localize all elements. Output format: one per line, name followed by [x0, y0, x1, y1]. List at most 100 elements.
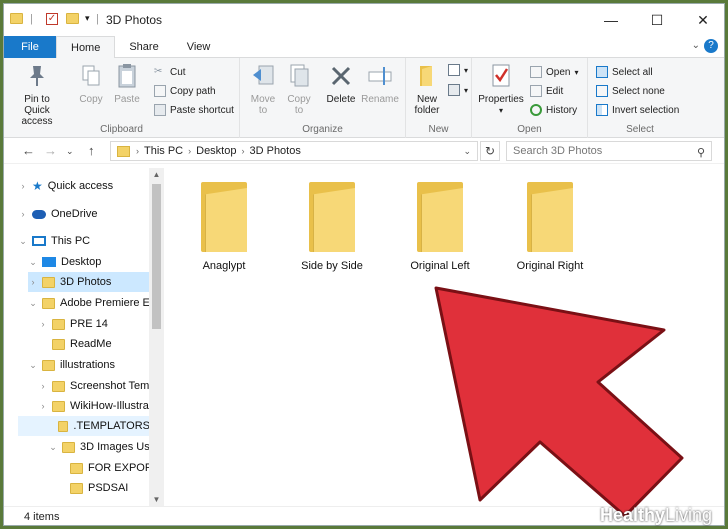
tab-home[interactable]: Home	[56, 36, 116, 58]
open-button[interactable]: Open ▾	[530, 66, 578, 78]
chevron-down-icon[interactable]: ⌄	[48, 437, 58, 457]
chevron-right-icon[interactable]: ›	[18, 176, 28, 196]
maximize-button[interactable]: ☐	[634, 4, 680, 36]
tree-item-desktop[interactable]: ⌄ Desktop	[28, 252, 101, 272]
chevron-right-icon[interactable]: ›	[18, 204, 28, 224]
help-icon[interactable]: ?	[704, 39, 718, 53]
chevron-down-icon[interactable]: ⌄	[28, 355, 38, 375]
chevron-right-icon[interactable]: ›	[38, 376, 48, 396]
tab-file[interactable]: File	[4, 36, 56, 58]
tree-item-this-pc[interactable]: ⌄ This PC	[18, 231, 90, 251]
title-bar: | ✓ ▾ | 3D Photos — ☐ ✕	[4, 4, 724, 36]
select-all-icon	[596, 66, 608, 78]
copy-path-button[interactable]: Copy path	[154, 85, 216, 97]
folder-icon	[201, 182, 247, 252]
new-item-button[interactable]: ▾	[448, 64, 468, 76]
history-button[interactable]: History	[530, 104, 577, 116]
folder-name: Original Left	[410, 260, 470, 272]
clipboard-icon	[114, 62, 140, 90]
select-all-button[interactable]: Select all	[596, 66, 653, 78]
breadcrumb-desktop[interactable]: Desktop	[193, 145, 239, 157]
recent-locations-icon[interactable]: ⌄	[66, 146, 74, 157]
copy-to-button[interactable]: Copy to	[284, 62, 314, 116]
chevron-right-icon[interactable]: ›	[28, 272, 38, 292]
organize-group: Move to Copy to Delete Rename Organize	[240, 58, 406, 138]
folder-item-original-left[interactable]: Original Left	[392, 182, 488, 272]
tree-item-onedrive[interactable]: › OneDrive	[18, 204, 98, 224]
cloud-icon	[32, 209, 46, 219]
search-input[interactable]: Search 3D Photos ⚲	[506, 141, 712, 161]
tree-item-wikihow-illustrations[interactable]: › WikiHow-Illustra	[38, 396, 149, 416]
nav-scrollbar-thumb[interactable]	[152, 184, 161, 329]
chevron-down-icon[interactable]: ⌄	[692, 40, 700, 51]
pin-quick-access-button[interactable]: Pin to Quick access	[14, 62, 60, 127]
delete-label: Delete	[326, 94, 356, 105]
select-all-label: Select all	[612, 66, 653, 78]
invert-selection-icon	[596, 104, 608, 116]
folder-item-side-by-side[interactable]: Side by Side	[284, 182, 380, 272]
edit-button[interactable]: Edit	[530, 85, 563, 97]
close-button[interactable]: ✕	[680, 4, 724, 36]
chevron-down-icon[interactable]: ⌄	[18, 231, 28, 251]
folder-name: Side by Side	[301, 260, 363, 272]
window-title: 3D Photos	[106, 13, 163, 27]
invert-selection-button[interactable]: Invert selection	[596, 104, 679, 116]
copy-button[interactable]: Copy	[76, 62, 106, 105]
easy-access-button[interactable]: ▾	[448, 84, 468, 96]
folder-item-original-right[interactable]: Original Right	[502, 182, 598, 272]
delete-button[interactable]: Delete	[324, 62, 358, 105]
rename-button[interactable]: Rename	[360, 62, 400, 105]
new-folder-button[interactable]: New folder	[410, 62, 444, 116]
scroll-down-icon[interactable]: ▼	[149, 495, 164, 504]
new-folder-quick-icon[interactable]	[66, 13, 79, 24]
tree-item-readme[interactable]: ReadMe	[38, 334, 112, 354]
tab-share[interactable]: Share	[115, 36, 172, 58]
chevron-right-icon[interactable]: ›	[38, 396, 48, 416]
copy-icon	[78, 62, 104, 90]
back-arrow-icon[interactable]: ←	[22, 143, 35, 158]
history-label: History	[546, 104, 578, 116]
customize-toolbar-icon[interactable]: ▾	[85, 13, 90, 24]
paste-button[interactable]: Paste	[112, 62, 142, 105]
properties-button[interactable]: Properties ▾	[476, 62, 526, 116]
select-none-button[interactable]: Select none	[596, 85, 665, 97]
search-icon[interactable]: ⚲	[697, 144, 705, 162]
breadcrumb-this-pc[interactable]: This PC	[141, 145, 186, 157]
forward-arrow-icon[interactable]: →	[44, 143, 57, 158]
minimize-button[interactable]: —	[588, 4, 634, 36]
address-bar[interactable]: › This PC › Desktop › 3D Photos ⌄	[110, 141, 478, 161]
tree-item-for-export[interactable]: FOR EXPORT	[56, 458, 159, 478]
tab-view[interactable]: View	[173, 36, 225, 58]
tree-item-adobe-premiere[interactable]: ⌄ Adobe Premiere El	[28, 293, 152, 313]
ribbon: Pin to Quick access Copy Paste ✂ Cut Cop…	[4, 58, 724, 138]
tree-item-quick-access[interactable]: › ★ Quick access	[18, 176, 114, 196]
tree-item-screenshot-temp[interactable]: › Screenshot Temp	[38, 376, 156, 396]
tree-label: illustrations	[60, 359, 116, 371]
tree-item-3d-images[interactable]: ⌄ 3D Images Usin	[48, 437, 158, 457]
tree-item-pre14[interactable]: › PRE 14	[38, 314, 108, 334]
tree-item-3d-photos[interactable]: › 3D Photos	[28, 272, 150, 292]
tree-item-illustrations[interactable]: ⌄ illustrations	[28, 355, 115, 375]
properties-dropdown-icon[interactable]: ▾	[476, 105, 526, 116]
address-dropdown-icon[interactable]: ⌄	[463, 146, 471, 157]
edit-icon	[530, 85, 542, 97]
move-to-label-1: Move	[250, 94, 276, 105]
up-arrow-icon[interactable]: ↑	[88, 143, 95, 158]
copy-label: Copy	[79, 94, 103, 105]
chevron-right-icon[interactable]: ›	[38, 314, 48, 334]
scroll-up-icon[interactable]: ▲	[149, 170, 164, 179]
select-group-label: Select	[626, 124, 654, 135]
cut-button[interactable]: ✂ Cut	[154, 66, 186, 78]
folder-icon	[527, 182, 573, 252]
explorer-window: | ✓ ▾ | 3D Photos — ☐ ✕ File Home Share …	[3, 3, 725, 526]
refresh-icon[interactable]: ↻	[480, 141, 500, 161]
breadcrumb-3d-photos[interactable]: 3D Photos	[246, 145, 303, 157]
tree-item-psdsai[interactable]: PSDSAI	[56, 478, 128, 498]
tree-item-templators[interactable]: .TEMPLATORS	[18, 416, 150, 436]
properties-check-icon[interactable]: ✓	[46, 13, 58, 25]
chevron-down-icon[interactable]: ⌄	[28, 252, 38, 272]
folder-item-anaglypt[interactable]: Anaglypt	[176, 182, 272, 272]
chevron-down-icon[interactable]: ⌄	[28, 293, 38, 313]
move-to-button[interactable]: Move to	[248, 62, 278, 116]
paste-shortcut-button[interactable]: Paste shortcut	[154, 104, 234, 116]
